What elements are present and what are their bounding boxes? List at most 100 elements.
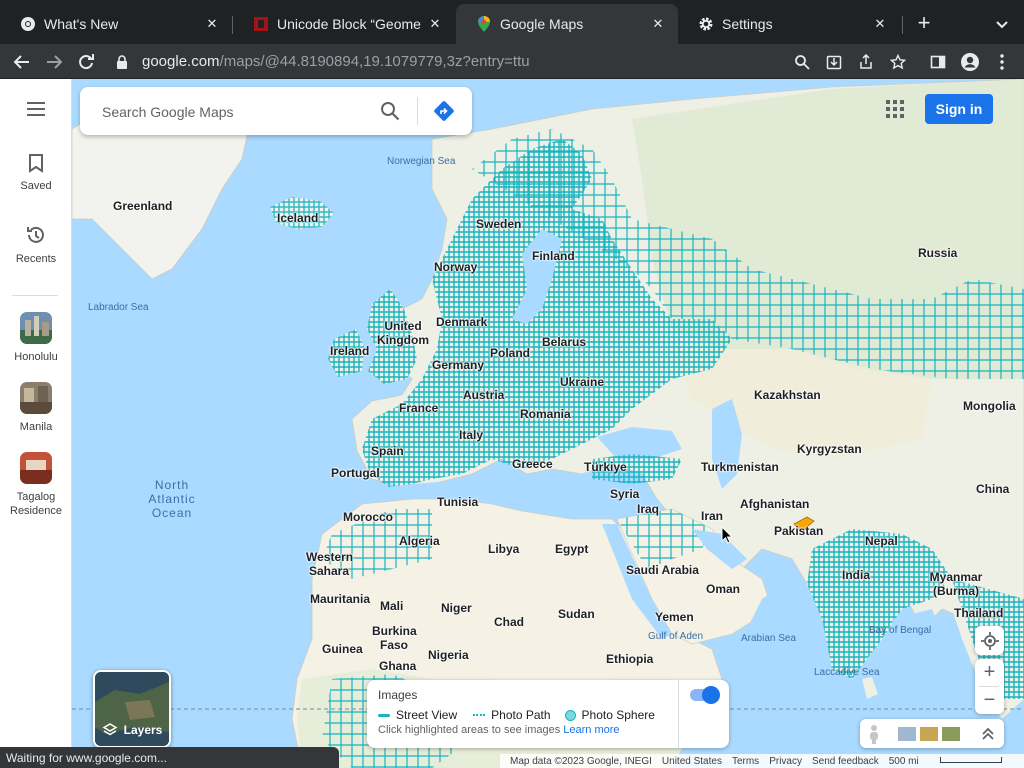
profile-avatar-icon[interactable] <box>958 50 982 74</box>
scale-bar[interactable] <box>940 757 1002 763</box>
map-canvas[interactable]: Norwegian Sea Labrador Sea Gulf of Aden … <box>72 79 1024 768</box>
search-divider <box>417 97 418 125</box>
images-toggle[interactable] <box>690 686 720 704</box>
map-label: United Kingdom <box>377 319 429 347</box>
zoom-out-button[interactable]: − <box>975 687 1004 714</box>
map-label: Romania <box>520 407 571 421</box>
imagery-thumb[interactable] <box>920 727 938 741</box>
map-label: Germany <box>432 358 485 372</box>
directions-icon[interactable] <box>433 100 455 122</box>
privacy-link[interactable]: Privacy <box>769 756 802 767</box>
map-label: Iceland <box>277 211 319 225</box>
map-label: Türkiye <box>584 460 627 474</box>
close-tab-icon[interactable]: ✕ <box>872 16 888 32</box>
more-vert-icon[interactable] <box>990 50 1014 74</box>
learn-more-link[interactable]: Learn more <box>563 724 619 736</box>
side-panel-icon[interactable] <box>926 50 950 74</box>
place-label: Tagalog Residence <box>10 491 62 517</box>
map-label: Afghanistan <box>740 497 810 511</box>
search-icon[interactable] <box>380 101 400 121</box>
map-label: Ukraine <box>560 375 605 389</box>
gear-icon <box>698 16 714 32</box>
scale-label[interactable]: 500 mi <box>889 756 919 767</box>
install-icon[interactable] <box>822 50 846 74</box>
map-label: Ethiopia <box>606 652 654 666</box>
arrow-left-icon <box>13 55 29 69</box>
close-tab-icon[interactable]: ✕ <box>204 16 220 32</box>
bookmark-star-icon[interactable] <box>886 50 910 74</box>
imagery-thumb[interactable] <box>898 727 916 741</box>
place-label: Honolulu <box>14 351 58 363</box>
map-label: Nepal <box>865 534 898 548</box>
street-view-swatch <box>378 713 390 717</box>
mouse-cursor-icon <box>721 526 733 544</box>
map-label: Denmark <box>436 315 488 329</box>
address-bar[interactable]: google.com/maps/@44.8190894,19.1079779,3… <box>116 49 530 73</box>
toggle-knob <box>702 686 720 704</box>
pegman-icon[interactable] <box>866 724 882 744</box>
search-box <box>80 87 472 135</box>
map-label: Myanmar (Burma) <box>929 570 983 598</box>
imagery-thumb[interactable] <box>942 727 960 741</box>
share-icon[interactable] <box>854 50 878 74</box>
my-location-button[interactable] <box>975 626 1004 655</box>
url-path: /maps/@44.8190894,19.1079779,3z?entry=tt… <box>219 52 530 70</box>
recent-place-tagalog-residence[interactable]: Tagalog Residence <box>0 452 72 518</box>
recent-place-honolulu[interactable]: Honolulu <box>0 312 72 364</box>
country-link[interactable]: United States <box>662 756 722 767</box>
sea-label: Arabian Sea <box>741 633 797 644</box>
chevron-up-icon[interactable] <box>980 726 996 742</box>
zoom-in-button[interactable]: + <box>975 659 1004 686</box>
map-label: Greece <box>512 457 553 471</box>
tab-title: Settings <box>722 16 773 32</box>
place-label: Manila <box>19 421 53 433</box>
tab-settings[interactable]: Settings ✕ <box>678 4 900 44</box>
reload-button[interactable] <box>74 50 98 74</box>
recents-button[interactable]: Recents <box>0 224 72 266</box>
images-hint: Click highlighted areas to see images Le… <box>378 724 620 736</box>
hamburger-menu-icon <box>27 102 45 116</box>
new-tab-button[interactable]: + <box>912 12 936 36</box>
apps-grid-icon[interactable] <box>884 98 906 120</box>
menu-button[interactable] <box>0 101 72 117</box>
tab-google-maps[interactable]: Google Maps ✕ <box>456 4 678 44</box>
legend-label: Street View <box>396 708 458 722</box>
forward-button[interactable] <box>42 50 66 74</box>
layers-icon <box>102 723 118 736</box>
back-button[interactable] <box>10 50 34 74</box>
map-label: Egypt <box>555 542 589 556</box>
recent-place-manila[interactable]: Manila <box>0 382 72 434</box>
tab-title: Google Maps <box>500 16 584 32</box>
search-icon[interactable] <box>790 50 814 74</box>
map-label: Saudi Arabia <box>626 563 699 577</box>
layers-button[interactable]: Layers <box>93 670 171 748</box>
sign-in-button[interactable]: Sign in <box>925 94 993 124</box>
map-graphic <box>72 79 1024 768</box>
photo-path-swatch <box>473 713 486 717</box>
my-location-icon <box>975 626 1004 655</box>
place-thumbnail <box>20 452 52 484</box>
panel-divider <box>678 680 679 748</box>
chevron-down-icon[interactable] <box>992 14 1012 34</box>
search-input[interactable] <box>102 101 362 123</box>
sea-label: Gulf of Aden <box>648 631 704 642</box>
map-data-attribution: Map data ©2023 Google, INEGI <box>510 755 652 767</box>
send-feedback-link[interactable]: Send feedback <box>812 756 879 767</box>
tab-title: What's New <box>44 16 119 32</box>
map-label: France <box>399 401 439 415</box>
map-label: Greenland <box>113 199 173 213</box>
map-label: Oman <box>706 582 741 596</box>
close-tab-icon[interactable]: ✕ <box>427 16 443 32</box>
photo-sphere-swatch <box>564 709 576 721</box>
terms-link[interactable]: Terms <box>732 756 759 767</box>
map-label: Chad <box>494 615 524 629</box>
sea-label: Laccadive Sea <box>814 667 880 678</box>
history-icon <box>27 226 44 243</box>
saved-button[interactable]: Saved <box>0 153 72 193</box>
tab-whats-new[interactable]: What's New ✕ <box>0 4 232 44</box>
close-tab-icon[interactable]: ✕ <box>650 16 666 32</box>
tab-unicode[interactable]: Unicode Block “Geometric S ✕ <box>233 4 455 44</box>
map-label: Iraq <box>637 502 660 516</box>
map-label: Iran <box>701 509 724 523</box>
layers-label: Layers <box>123 723 163 737</box>
